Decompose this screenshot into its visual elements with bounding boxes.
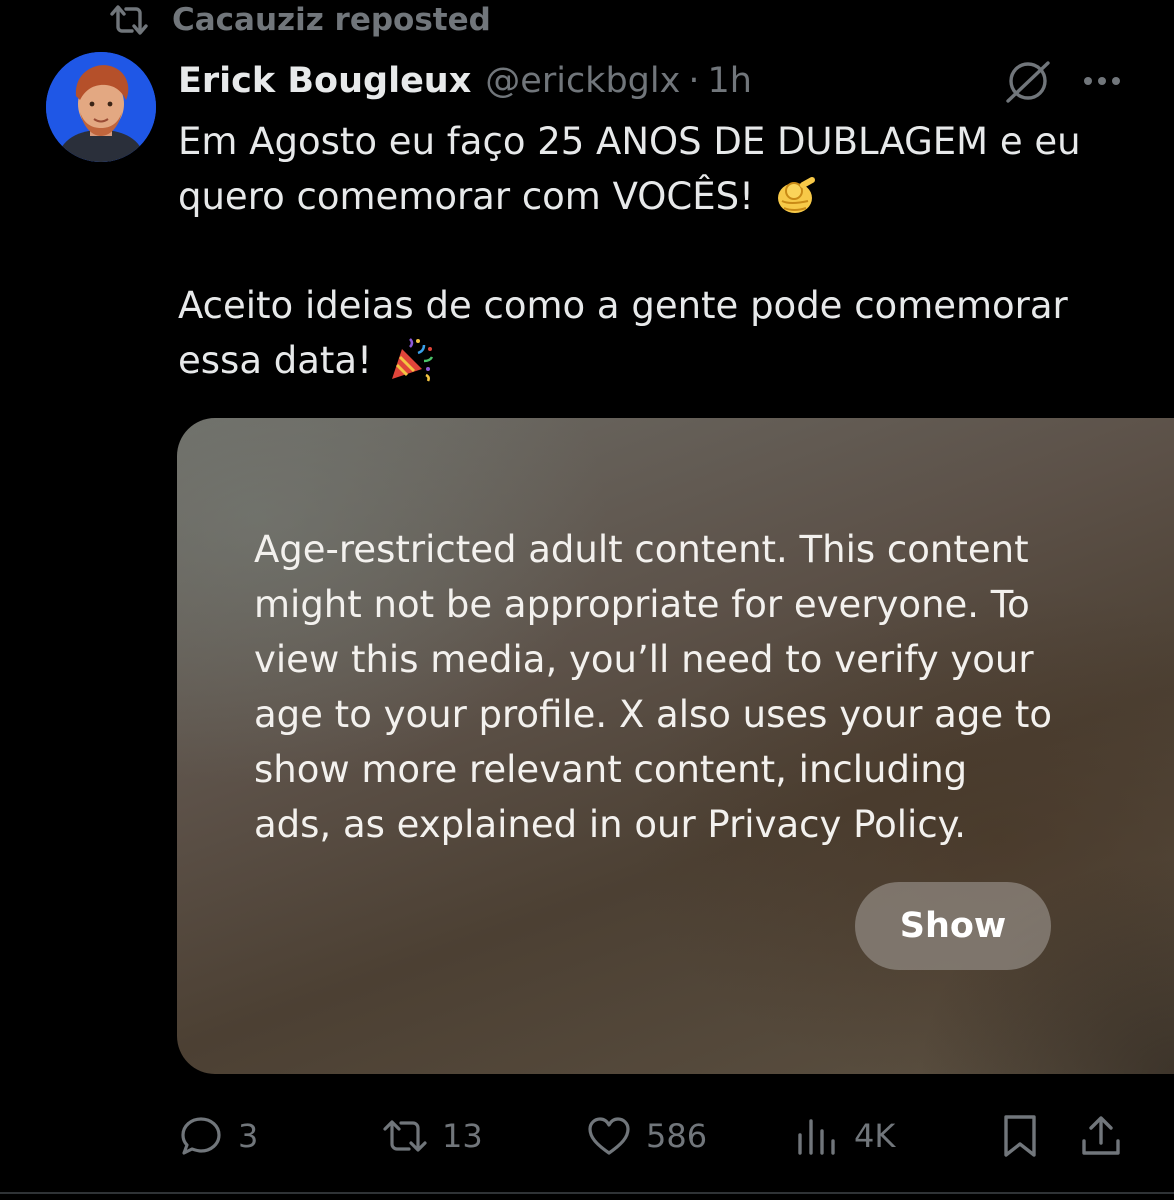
- avatar[interactable]: [46, 52, 156, 162]
- repost-context: Cacauziz reposted: [108, 0, 491, 40]
- like-button[interactable]: 586: [586, 1108, 707, 1164]
- repost-button[interactable]: 13: [382, 1108, 483, 1164]
- views-chart-icon: [798, 1119, 835, 1155]
- repost-count: 13: [442, 1117, 483, 1155]
- tweet[interactable]: Cacauziz reposted Erick Bougleux @erickb…: [0, 0, 1174, 1200]
- user-handle[interactable]: @erickbglx: [485, 61, 680, 101]
- tweet-line: Em Agosto eu faço 25 ANOS DE DUBLAGEM e …: [178, 120, 1081, 163]
- pointing-at-viewer-emoji: [777, 176, 815, 213]
- reply-count: 3: [238, 1117, 259, 1155]
- repost-icon: [110, 5, 148, 35]
- party-popper-emoji: [391, 337, 433, 382]
- views-count: 4K: [854, 1117, 896, 1155]
- avatar-photo: [46, 52, 156, 162]
- tweet-line-with-emoji: quero comemorar com VOCÊS!: [178, 169, 1138, 224]
- share-icon: [1082, 1116, 1120, 1155]
- tweet-line-with-emoji: essa data!: [178, 333, 1138, 388]
- tweet-line: quero comemorar com VOCÊS!: [178, 175, 754, 218]
- age-restriction-warning: Age-restricted adult content. This conte…: [254, 522, 1114, 852]
- sensitive-media-card: Age-restricted adult content. This conte…: [177, 418, 1174, 1074]
- tweet-text: Em Agosto eu faço 25 ANOS DE DUBLAGEM e …: [178, 114, 1138, 388]
- tweet-line: Aceito ideias de como a gente pode comem…: [178, 284, 1068, 327]
- show-media-button[interactable]: Show: [855, 882, 1051, 970]
- separator-dot: ·: [688, 61, 700, 101]
- warning-line: view this media, you’ll need to verify y…: [254, 638, 1034, 681]
- repost-label[interactable]: Cacauziz reposted: [172, 2, 491, 38]
- bookmark-icon: [1004, 1115, 1036, 1157]
- share-button[interactable]: [1078, 1108, 1124, 1164]
- timestamp[interactable]: 1h: [707, 61, 751, 101]
- reply-button[interactable]: 3: [178, 1108, 258, 1164]
- divider: [0, 1192, 1174, 1194]
- warning-line: ads, as explained in our Privacy Policy.: [254, 803, 967, 846]
- warning-line: Age-restricted adult content. This conte…: [254, 528, 1029, 571]
- tweet-actions: 3 13 586 4K: [0, 1108, 1174, 1164]
- warning-line: show more relevant content, including: [254, 748, 968, 791]
- display-name[interactable]: Erick Bougleux: [178, 61, 471, 101]
- reply-icon: [181, 1117, 221, 1155]
- like-count: 586: [646, 1117, 708, 1155]
- bookmark-button[interactable]: [997, 1108, 1043, 1164]
- tweet-line: essa data!: [178, 339, 372, 382]
- grok-icon[interactable]: [1002, 57, 1054, 105]
- views-button[interactable]: 4K: [794, 1108, 895, 1164]
- warning-line: might not be appropriate for everyone. T…: [254, 583, 1030, 626]
- tweet-header: Erick Bougleux @erickbglx · 1h: [178, 57, 752, 105]
- warning-line: age to your profile. X also uses your ag…: [254, 693, 1052, 736]
- more-options-icon[interactable]: [1080, 66, 1124, 96]
- heart-icon: [588, 1117, 630, 1155]
- repost-icon: [383, 1120, 427, 1152]
